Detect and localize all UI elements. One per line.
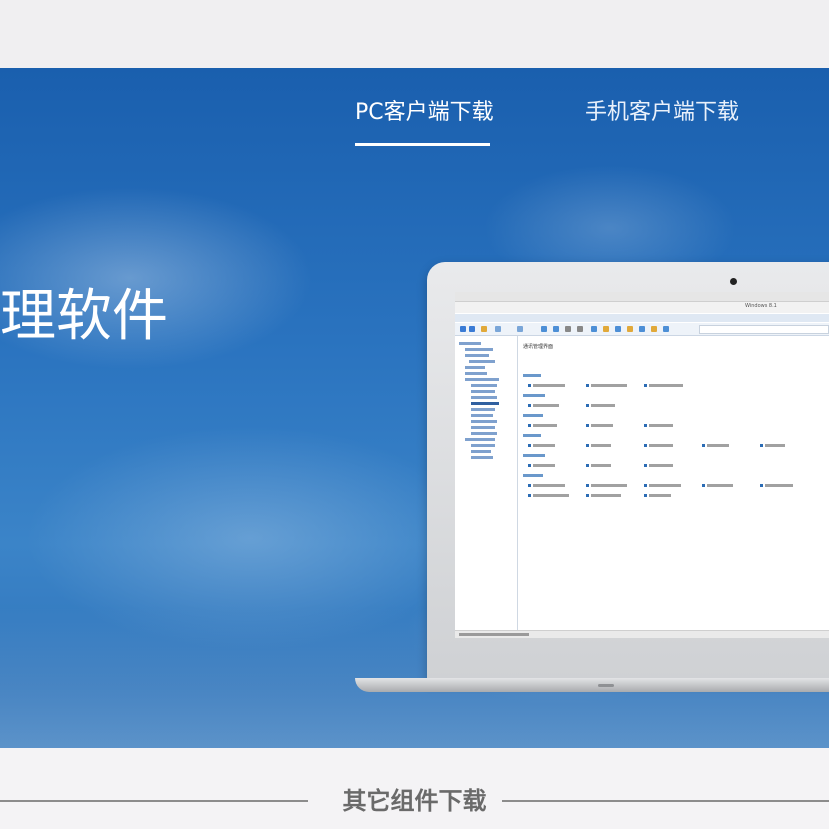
toolbar-icon xyxy=(517,326,523,332)
forward-icon xyxy=(469,326,475,332)
toolbar-icon xyxy=(627,326,633,332)
app-search-input xyxy=(699,325,829,334)
tree-item xyxy=(465,372,487,375)
home-icon xyxy=(481,326,487,332)
tree-item xyxy=(469,360,495,363)
toolbar-icon xyxy=(541,326,547,332)
tree-item xyxy=(471,420,497,423)
toolbar-icon xyxy=(663,326,669,332)
back-icon xyxy=(460,326,466,332)
app-main-heading: 通讯管理界面 xyxy=(523,344,554,350)
app-toolbar xyxy=(455,323,829,336)
tree-item xyxy=(471,432,497,435)
toolbar-icon xyxy=(615,326,621,332)
laptop-base xyxy=(355,678,829,692)
tab-pc-client-download[interactable]: PC客户端下载 xyxy=(355,98,494,128)
app-tabbar xyxy=(455,314,829,322)
app-menubar xyxy=(455,292,829,302)
app-main-panel: 通讯管理界面 xyxy=(518,336,829,630)
toolbar-icon xyxy=(565,326,571,332)
tree-item xyxy=(471,408,495,411)
section-label xyxy=(523,474,543,477)
tree-item-selected xyxy=(471,402,499,405)
section-label xyxy=(523,434,541,437)
section-divider-right xyxy=(502,800,829,802)
tree-item xyxy=(465,366,485,369)
toolbar-icon xyxy=(591,326,597,332)
tab-mobile-client-download[interactable]: 手机客户端下载 xyxy=(585,98,739,128)
tree-item xyxy=(465,354,489,357)
section-label xyxy=(523,414,543,417)
app-status-bar xyxy=(455,630,829,638)
app-window-title: Windows 8.1 xyxy=(745,303,777,309)
hero-title: 理软件 xyxy=(0,284,168,349)
tree-item xyxy=(459,342,481,345)
toolbar-icon xyxy=(577,326,583,332)
section-label xyxy=(523,454,545,457)
app-navigation-tree xyxy=(455,336,518,630)
tree-item xyxy=(465,438,495,441)
toolbar-icon xyxy=(651,326,657,332)
tree-item xyxy=(465,348,493,351)
toolbar-icon xyxy=(639,326,645,332)
tree-item xyxy=(465,378,499,381)
top-bar xyxy=(0,0,829,68)
laptop-notch xyxy=(598,684,614,687)
tree-item xyxy=(471,426,495,429)
tree-item xyxy=(471,390,495,393)
laptop-screen: Windows 8.1 通讯管理界面 xyxy=(455,292,829,638)
section-label xyxy=(523,374,541,377)
tree-item xyxy=(471,444,495,447)
tree-item xyxy=(471,456,493,459)
toolbar-icon xyxy=(553,326,559,332)
app-titlebar: Windows 8.1 xyxy=(455,302,829,320)
tree-item xyxy=(471,414,493,417)
toolbar-icon xyxy=(603,326,609,332)
tree-item xyxy=(471,396,497,399)
toolbar-icon xyxy=(495,326,501,332)
active-tab-underline xyxy=(355,143,490,146)
section-label xyxy=(523,394,545,397)
tree-item xyxy=(471,450,491,453)
laptop-camera xyxy=(730,278,737,285)
tree-item xyxy=(471,384,497,387)
